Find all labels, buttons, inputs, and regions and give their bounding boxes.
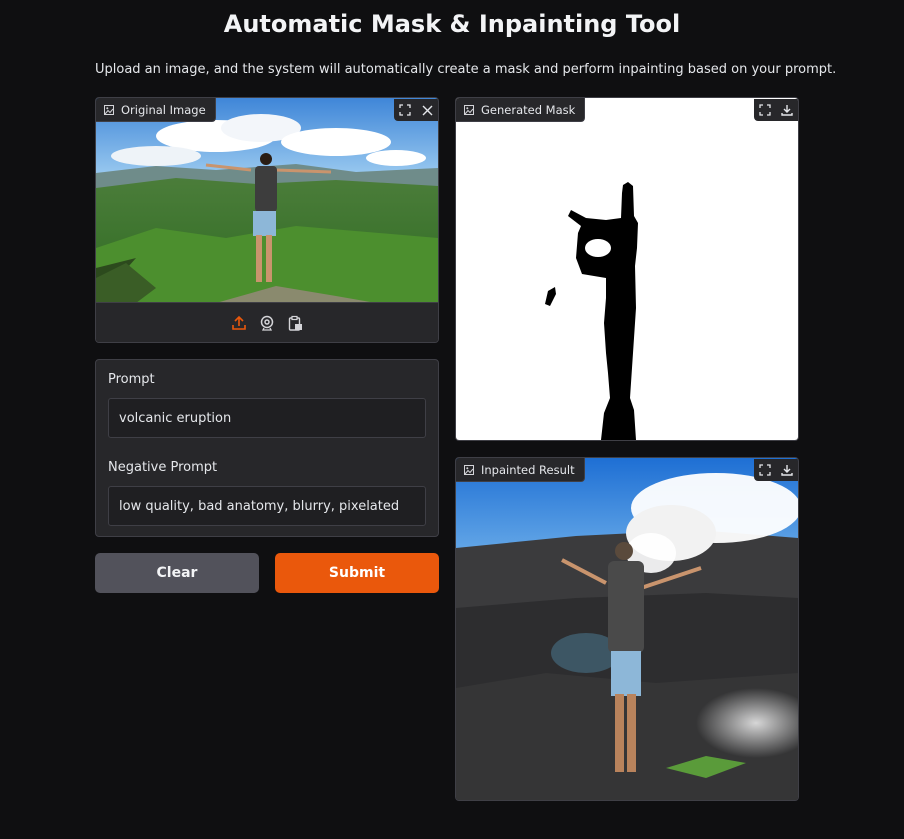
fullscreen-button[interactable] (754, 99, 776, 121)
inpainted-result-image (456, 458, 798, 800)
upload-button[interactable] (230, 314, 248, 332)
webcam-button[interactable] (258, 314, 276, 332)
upload-icon (232, 315, 246, 330)
prompt-label: Prompt (108, 372, 155, 387)
fullscreen-icon (759, 464, 771, 476)
webcam-icon (260, 315, 274, 331)
negative-prompt-label: Negative Prompt (108, 460, 218, 475)
negative-prompt-input[interactable] (108, 486, 426, 526)
clipboard-button[interactable] (286, 314, 304, 332)
image-icon (464, 464, 474, 475)
download-icon (781, 465, 793, 476)
inpainted-result-tools (754, 459, 798, 481)
inpainted-result-panel: Inpainted Result (455, 457, 799, 801)
image-icon (464, 104, 474, 115)
original-image-label-text: Original Image (121, 102, 206, 117)
original-image-panel[interactable]: Original Image (95, 97, 439, 343)
original-image-tools (394, 99, 438, 121)
inpainted-result-label-text: Inpainted Result (481, 462, 575, 477)
upload-source-bar (96, 302, 438, 342)
close-icon (422, 105, 432, 115)
generated-mask-label: Generated Mask (456, 98, 586, 122)
page-title: Automatic Mask & Inpainting Tool (223, 10, 681, 38)
clipboard-icon (288, 315, 302, 331)
close-button[interactable] (416, 99, 438, 121)
generated-mask-tools (754, 99, 798, 121)
download-icon (781, 105, 793, 116)
download-button[interactable] (776, 99, 798, 121)
clear-button[interactable]: Clear (95, 553, 259, 593)
prompt-input[interactable] (108, 398, 426, 438)
fullscreen-button[interactable] (394, 99, 416, 121)
fullscreen-icon (399, 104, 411, 116)
page-description: Upload an image, and the system will aut… (95, 62, 837, 77)
fullscreen-icon (759, 104, 771, 116)
fullscreen-button[interactable] (754, 459, 776, 481)
inpainted-result-label: Inpainted Result (456, 458, 585, 482)
download-button[interactable] (776, 459, 798, 481)
generated-mask-label-text: Generated Mask (481, 102, 576, 117)
image-icon (104, 104, 114, 115)
original-image (96, 98, 438, 303)
submit-button[interactable]: Submit (275, 553, 439, 593)
prompt-form-panel: Prompt Negative Prompt (95, 359, 439, 537)
generated-mask-image (456, 98, 798, 440)
generated-mask-panel: Generated Mask (455, 97, 799, 441)
original-image-label: Original Image (96, 98, 216, 122)
